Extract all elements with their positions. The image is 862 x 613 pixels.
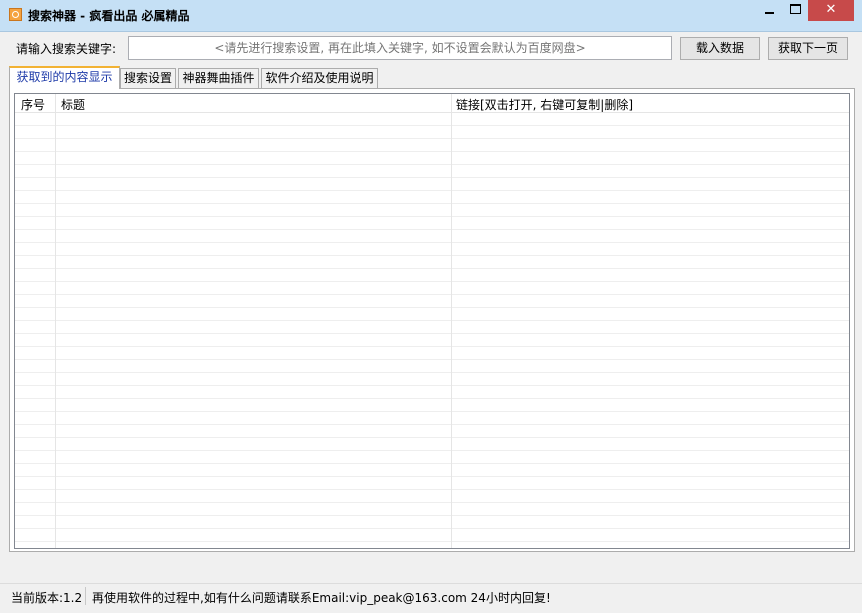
tab-search-settings[interactable]: 搜索设置 <box>120 68 176 88</box>
column-header-index[interactable]: 序号 <box>21 96 45 113</box>
results-list[interactable]: 序号 标题 链接[双击打开, 右键可复制|删除] <box>14 93 850 549</box>
minimize-button[interactable] <box>756 0 782 21</box>
list-header: 序号 标题 链接[双击打开, 右键可复制|删除] <box>15 94 849 113</box>
keyword-label: 请输入搜索关键字: <box>16 42 117 56</box>
close-icon: ✕ <box>825 2 837 17</box>
status-bar: 当前版本:1.2 再使用软件的过程中,如有什么问题请联系Email:vip_pe… <box>0 583 862 613</box>
list-rows <box>15 113 849 548</box>
contact-message: 再使用软件的过程中,如有什么问题请联系Email:vip_peak@163.co… <box>92 591 551 605</box>
column-header-title[interactable]: 标题 <box>61 96 85 113</box>
keyword-input[interactable] <box>128 36 672 60</box>
column-header-link[interactable]: 链接[双击打开, 右键可复制|删除] <box>456 96 633 113</box>
minimize-icon <box>764 11 774 14</box>
maximize-button[interactable] <box>782 0 808 21</box>
column-divider <box>451 94 452 548</box>
load-data-button[interactable]: 载入数据 <box>680 37 760 60</box>
next-page-button[interactable]: 获取下一页 <box>768 37 848 60</box>
column-divider <box>55 94 56 548</box>
maximize-icon <box>789 3 801 14</box>
tab-results[interactable]: 获取到的内容显示 <box>9 66 120 89</box>
app-icon <box>9 8 22 21</box>
status-divider <box>85 587 86 605</box>
tab-plugins[interactable]: 神器舞曲插件 <box>178 68 259 88</box>
close-button[interactable]: ✕ <box>808 0 854 21</box>
tab-panel: 序号 标题 链接[双击打开, 右键可复制|删除] <box>9 88 855 552</box>
title-bar: 搜索神器 - 疯看出品 必属精品 ✕ <box>0 0 862 32</box>
version-label: 当前版本:1.2 <box>11 591 83 605</box>
window-title: 搜索神器 - 疯看出品 必属精品 <box>28 9 190 23</box>
tab-about[interactable]: 软件介绍及使用说明 <box>261 68 378 88</box>
